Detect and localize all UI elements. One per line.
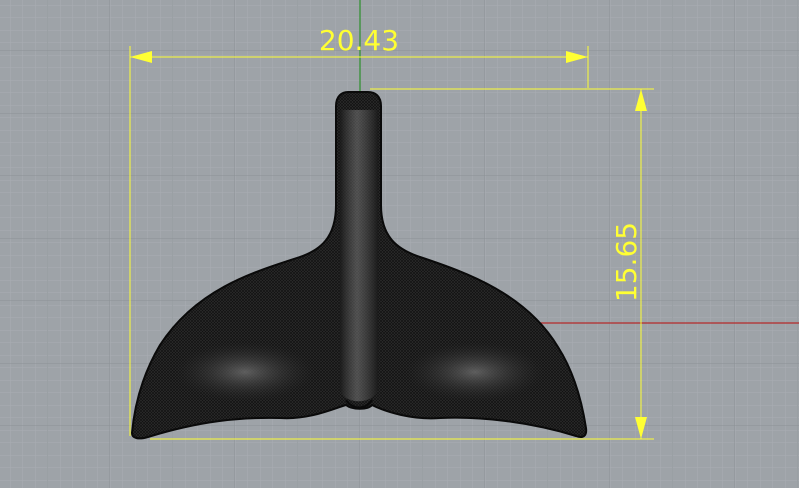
cad-viewport[interactable]: 20.43 15.65	[0, 0, 799, 488]
width-dimension-label: 20.43	[319, 24, 399, 57]
height-dimension-label: 15.65	[610, 222, 643, 302]
viewport-canvas[interactable]: 20.43 15.65	[0, 0, 799, 488]
